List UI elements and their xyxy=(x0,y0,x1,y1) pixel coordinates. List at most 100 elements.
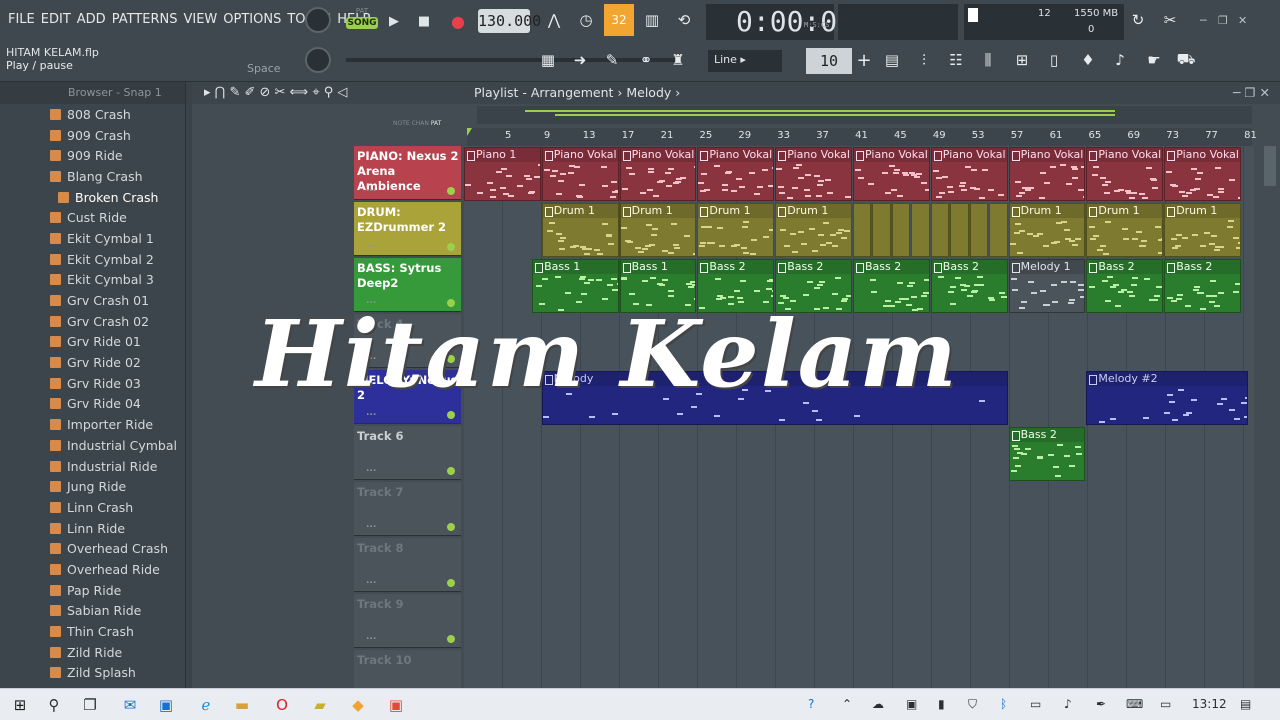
master-volume-knob[interactable] xyxy=(305,7,331,33)
file-icon[interactable]: ▯ xyxy=(1040,46,1068,74)
track-header[interactable]: PIANO: Nexus 2 Arena Ambience... xyxy=(354,146,461,200)
opera-icon[interactable]: O xyxy=(270,693,294,717)
chevron-up-icon[interactable]: ⌃ xyxy=(842,697,852,711)
browser-item[interactable]: 808 Crash xyxy=(0,104,185,125)
track-enable-led[interactable] xyxy=(447,579,455,587)
browser-item[interactable]: Industrial Ride xyxy=(0,456,185,477)
drum-fill-clip[interactable] xyxy=(950,203,969,257)
metronome-icon[interactable]: ⋀ xyxy=(540,6,568,34)
browser-item[interactable]: Pap Ride xyxy=(0,580,185,601)
playlist-window-controls[interactable]: ─ ❐ ✕ xyxy=(1233,85,1270,100)
playlist-clip[interactable]: Drum 1 xyxy=(1164,203,1241,257)
menu-options[interactable]: OPTIONS xyxy=(223,12,281,27)
track-enable-led[interactable] xyxy=(447,467,455,475)
track-header[interactable]: Track 7... xyxy=(354,482,461,536)
keyboard-icon[interactable]: ⌨ xyxy=(1126,697,1143,711)
master-pitch-knob[interactable] xyxy=(305,47,331,73)
close-icon[interactable]: ✕ xyxy=(1238,14,1254,30)
playlist-clip[interactable]: Piano Vokal xyxy=(541,147,619,201)
link-icon[interactable]: ⚭ xyxy=(632,46,660,74)
playlist-clip[interactable]: Piano Vokal xyxy=(619,147,697,201)
pen-icon[interactable]: ✒ xyxy=(1096,697,1106,711)
drum-fill-clip[interactable] xyxy=(989,203,1008,257)
playlist-clip[interactable]: Drum 1 xyxy=(697,203,775,257)
usb-icon[interactable]: ▮ xyxy=(938,697,945,711)
track-enable-led[interactable] xyxy=(447,411,455,419)
browser-item[interactable]: Thin Crash xyxy=(0,621,185,642)
menu-add[interactable]: ADD xyxy=(77,12,106,27)
cloud-icon[interactable]: ☁ xyxy=(872,697,884,711)
browser-tree-icon[interactable]: ⊞ xyxy=(1008,46,1036,74)
track-lane[interactable] xyxy=(464,482,1254,538)
playlist-clip[interactable]: Melody 1 xyxy=(1008,259,1086,313)
track-header[interactable]: DRUM: EZDrummer 2... xyxy=(354,202,461,256)
help-icon[interactable]: ? xyxy=(808,697,814,711)
browser-item[interactable]: Importer Ride xyxy=(0,414,185,435)
track-enable-led[interactable] xyxy=(447,523,455,531)
browser-item[interactable]: Blang Crash xyxy=(0,166,185,187)
minimize-icon[interactable]: ─ xyxy=(1200,14,1216,30)
task-view-icon[interactable]: ❐ xyxy=(78,693,102,717)
channel-rack-icon[interactable]: ⫶ xyxy=(910,46,938,74)
browser-item[interactable]: 909 Ride xyxy=(0,145,185,166)
playlist-clip[interactable]: Piano Vokal xyxy=(853,147,930,201)
fl-studio-icon[interactable]: ◆ xyxy=(346,693,370,717)
plugin-icon[interactable]: ♦ xyxy=(1074,46,1102,74)
track-header[interactable]: Track 9... xyxy=(354,594,461,648)
volume-icon[interactable]: ♪ xyxy=(1064,697,1072,711)
browser-item[interactable]: Ekit Cymbal 2 xyxy=(0,249,185,270)
hand-icon[interactable]: ☛ xyxy=(1140,46,1168,74)
browser-item[interactable]: Linn Ride xyxy=(0,518,185,539)
blend-notes-icon[interactable]: ▥ xyxy=(638,6,666,34)
drum-fill-clip[interactable] xyxy=(891,203,911,257)
arrow-right-icon[interactable]: ➜ xyxy=(566,46,594,74)
add-pattern-icon[interactable]: + xyxy=(850,46,878,74)
playlist-clip[interactable]: Drum 1 xyxy=(1086,203,1164,257)
pattern-number[interactable]: 10 xyxy=(806,48,852,74)
step-edit-icon[interactable]: 32 xyxy=(604,4,634,36)
pat-song-toggle[interactable]: PAT SONG xyxy=(346,7,378,37)
browser-item[interactable]: Grv Ride 04 xyxy=(0,394,185,415)
playlist-clip[interactable]: Piano Vokal xyxy=(930,147,1008,201)
playlist-icon[interactable]: ▤ xyxy=(878,46,906,74)
cut-icon[interactable]: ✂ xyxy=(1156,6,1184,34)
shield-icon[interactable]: ⛉ xyxy=(968,697,977,712)
vertical-scrollbar[interactable] xyxy=(1264,146,1276,186)
store-icon[interactable]: ▣ xyxy=(154,693,178,717)
browser-item[interactable]: Grv Ride 01 xyxy=(0,332,185,353)
track-enable-led[interactable] xyxy=(447,635,455,643)
undo-icon[interactable]: ↻ xyxy=(1124,6,1152,34)
playlist-clip[interactable]: Drum 1 xyxy=(619,203,697,257)
draw-icon[interactable]: ✎ xyxy=(598,46,626,74)
browser-item[interactable]: Jung Ride xyxy=(0,476,185,497)
track-lane[interactable] xyxy=(464,426,1254,482)
playlist-clip[interactable]: Piano 1 xyxy=(464,147,541,201)
search-icon[interactable]: ⚲ xyxy=(42,693,66,717)
drum-fill-clip[interactable] xyxy=(969,203,989,257)
browser-item[interactable]: Ekit Cymbal 1 xyxy=(0,228,185,249)
stop-button[interactable]: ■ xyxy=(412,9,436,33)
mail-icon[interactable]: ✉ xyxy=(118,693,142,717)
drum-fill-clip[interactable] xyxy=(853,203,872,257)
track-lane[interactable] xyxy=(464,594,1254,650)
restore-icon[interactable]: ❐ xyxy=(1218,14,1234,30)
track-lane[interactable] xyxy=(464,538,1254,594)
drum-fill-clip[interactable] xyxy=(872,203,891,257)
playlist-clip[interactable]: Drum 1 xyxy=(775,203,852,257)
browser-item[interactable]: Linn Crash xyxy=(0,497,185,518)
menu-view[interactable]: VIEW xyxy=(183,12,217,27)
master-pitch-slider[interactable] xyxy=(346,58,676,62)
playlist-clip[interactable]: Bass 2 xyxy=(1086,259,1164,313)
wait-input-icon[interactable]: ◷ xyxy=(572,6,600,34)
browser-item[interactable]: Grv Ride 03 xyxy=(0,373,185,394)
browser-item[interactable]: Grv Crash 01 xyxy=(0,290,185,311)
browser-item[interactable]: Sabian Ride xyxy=(0,601,185,622)
tray-app-icon[interactable]: ▣ xyxy=(906,697,917,711)
playlist-clip[interactable]: Piano Vokal xyxy=(1164,147,1241,201)
display-icon[interactable]: ▭ xyxy=(1160,697,1171,711)
app2-icon[interactable]: ▣ xyxy=(384,693,408,717)
playlist-clip[interactable]: Piano Vokal xyxy=(1086,147,1164,201)
record-button[interactable]: ● xyxy=(446,9,470,33)
browser-item[interactable]: Grv Ride 02 xyxy=(0,352,185,373)
playlist-clip[interactable]: Drum 1 xyxy=(1008,203,1086,257)
